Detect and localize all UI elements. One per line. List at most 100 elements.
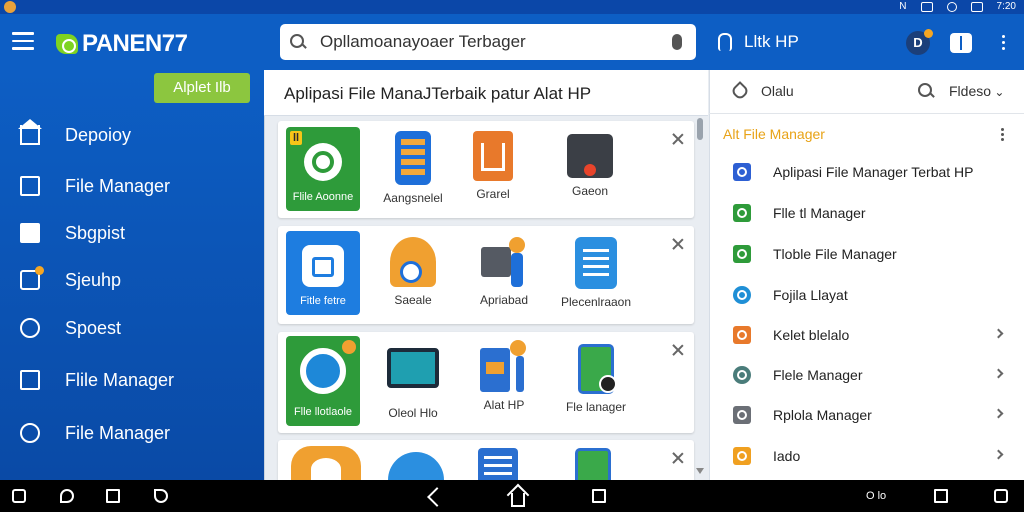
- right-panel-section-title: Alt File Manager: [723, 126, 825, 142]
- app-item[interactable]: Aangsnelel: [373, 131, 453, 205]
- status-indicator: O lo: [866, 490, 887, 502]
- status-icons: N 7:20: [899, 1, 1016, 12]
- close-icon[interactable]: [672, 344, 684, 356]
- app-item[interactable]: Saeale: [373, 237, 453, 307]
- app-item[interactable]: Apriabad: [464, 237, 544, 307]
- notes-icon: [575, 237, 617, 289]
- list-item[interactable]: Kelet blelalo: [709, 316, 1024, 354]
- list-item[interactable]: Flle tl Manager: [709, 194, 1024, 232]
- chevron-right-icon: [993, 368, 1004, 379]
- app-icon: [733, 204, 751, 222]
- pin-icon[interactable]: [730, 81, 750, 101]
- status-bar: N 7:20: [0, 0, 1024, 14]
- gear-icon: [291, 446, 361, 480]
- app-item[interactable]: Fle lanager: [556, 344, 636, 414]
- app-item[interactable]: Oleol Hlo: [373, 348, 453, 420]
- app-label: Aangsnelel: [383, 191, 443, 205]
- app-tile[interactable]: Fitle fetre: [283, 231, 363, 315]
- app-item[interactable]: [553, 448, 633, 480]
- book-icon[interactable]: [950, 33, 972, 53]
- app-item[interactable]: [376, 452, 456, 480]
- app-item[interactable]: [458, 448, 538, 480]
- app-tile[interactable]: Flle llotlaole: [283, 336, 363, 426]
- list-item[interactable]: Flele Manager: [709, 356, 1024, 394]
- close-icon[interactable]: [672, 238, 684, 250]
- sidebar-item-file-manager-2[interactable]: File Manager: [0, 413, 264, 453]
- sidebar-item-spoest[interactable]: Spoest: [0, 308, 264, 348]
- apps-grid-icon[interactable]: [12, 489, 26, 503]
- list-item[interactable]: Iado: [709, 437, 1024, 475]
- redo-icon[interactable]: [154, 489, 168, 503]
- sidebar-item-flile-manager[interactable]: Flile Manager: [0, 360, 264, 400]
- vibrate-icon: [920, 1, 933, 12]
- header-action-button[interactable]: Lltk HP: [718, 32, 799, 52]
- right-panel-tab[interactable]: Olalu: [761, 83, 794, 99]
- sidebar-item-label: File Manager: [65, 422, 171, 443]
- sidebar-item-sbgpist[interactable]: Sbgpist: [0, 213, 264, 253]
- avatar[interactable]: D: [906, 29, 933, 55]
- home-button-icon[interactable]: [511, 493, 525, 507]
- list-item[interactable]: Fojila Llayat: [709, 276, 1024, 314]
- install-button[interactable]: Alplet Ilb: [154, 73, 250, 103]
- sidebar-item-label: Depoioy: [65, 124, 132, 145]
- sidebar-item-sjeuhp[interactable]: Sjeuhp: [0, 260, 264, 300]
- more-options-icon[interactable]: [1000, 35, 1006, 51]
- right-panel-header: Olalu Fldeso: [709, 70, 1024, 114]
- search-icon[interactable]: [918, 83, 934, 99]
- house-logo-icon: [302, 245, 344, 287]
- house-outline-icon: [20, 176, 40, 196]
- undo-icon[interactable]: [60, 489, 74, 503]
- chevron-right-icon: [993, 449, 1004, 460]
- list-item[interactable]: Tloble File Manager: [709, 235, 1024, 273]
- app-item[interactable]: Plecenlraaon: [556, 237, 636, 309]
- keyboard-icon[interactable]: [994, 489, 1008, 503]
- close-icon[interactable]: [672, 452, 684, 464]
- navigation-bar: O lo: [0, 480, 1024, 512]
- app-label: Gaeon: [571, 184, 609, 198]
- search-input[interactable]: [320, 32, 672, 52]
- hand-icon: [718, 33, 732, 51]
- list-icon: [478, 448, 518, 480]
- list-item[interactable]: Rplola Manager: [709, 396, 1024, 434]
- app-icon: [733, 447, 751, 465]
- menu-icon[interactable]: [12, 32, 34, 50]
- app-badge: ll: [290, 131, 303, 145]
- list-item-label: Kelet blelalo: [773, 327, 850, 343]
- magnifier-logo-icon: [300, 348, 346, 394]
- phone-icon: [578, 344, 617, 394]
- logo-mark-icon: [56, 34, 78, 54]
- app-item[interactable]: [286, 446, 366, 480]
- recent-apps-icon[interactable]: [592, 489, 606, 503]
- window-icon[interactable]: [106, 489, 120, 503]
- sidebar-item-file-manager[interactable]: File Manager: [0, 166, 264, 206]
- app-label: Grarel: [476, 187, 510, 201]
- scrollbar-thumb[interactable]: [697, 118, 703, 140]
- player-icon: [567, 134, 613, 178]
- screen-icon[interactable]: [934, 489, 948, 503]
- avatar-letter: D: [913, 35, 923, 50]
- back-icon[interactable]: [427, 487, 447, 507]
- app-label: Apriabad: [479, 293, 529, 307]
- microphone-icon[interactable]: [672, 34, 682, 50]
- chevron-right-icon: [993, 328, 1004, 339]
- close-icon[interactable]: [672, 133, 684, 145]
- app-tile-label: Flile Aoonne: [292, 191, 354, 203]
- sidebar-item-depoioy[interactable]: Depoioy: [0, 115, 264, 155]
- search-bar[interactable]: [280, 24, 696, 60]
- app-logo[interactable]: PANEN77: [56, 30, 188, 58]
- app-badge: [342, 340, 356, 354]
- logo-text: PANEN77: [82, 30, 188, 57]
- sort-dropdown[interactable]: Fldeso: [949, 83, 1004, 99]
- app-tile[interactable]: ll Flile Aoonne: [283, 127, 363, 211]
- list-item[interactable]: Aplipasi File Manager Terbat HP: [709, 153, 1024, 191]
- share-icon: [20, 318, 40, 338]
- app-item[interactable]: Alat HP: [464, 340, 544, 412]
- app-icon: [733, 286, 751, 304]
- app-item[interactable]: Grarel: [453, 131, 533, 201]
- header-action-label: Lltk HP: [744, 32, 799, 51]
- home-icon: [18, 119, 42, 145]
- app-item[interactable]: Gaeon: [550, 134, 630, 198]
- more-options-icon[interactable]: [999, 128, 1005, 142]
- scroll-down-icon[interactable]: [696, 468, 704, 474]
- battery-icon: [970, 1, 983, 12]
